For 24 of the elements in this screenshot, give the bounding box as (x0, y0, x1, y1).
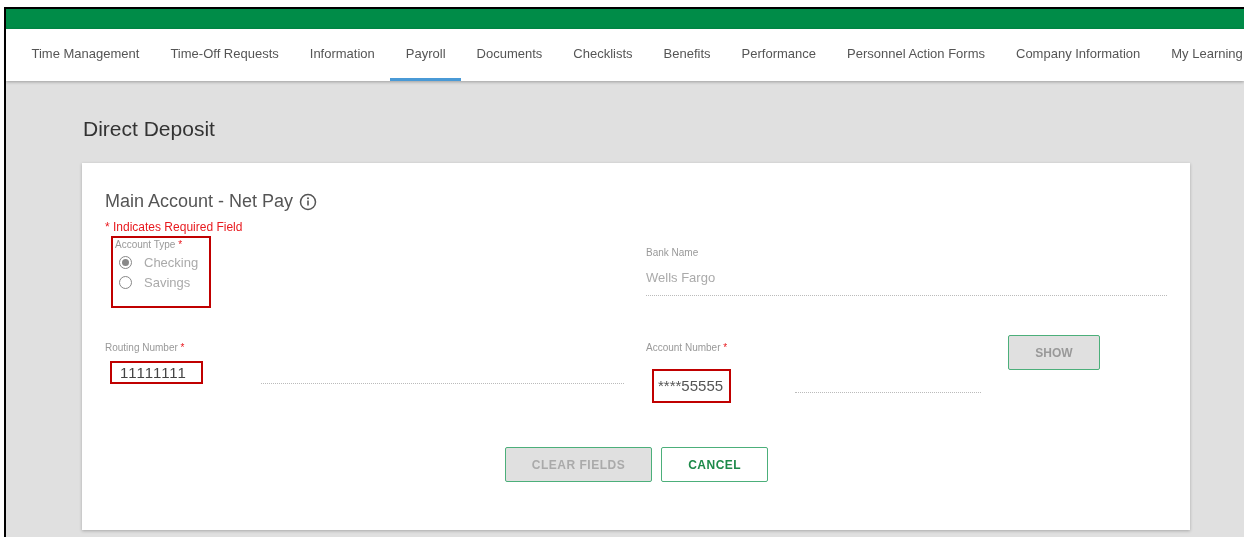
routing-number-field[interactable]: 11111111 (110, 361, 203, 384)
section-title: Main Account - Net Pay (105, 191, 294, 212)
nav-tab[interactable]: Performance (726, 29, 832, 81)
nav-tab[interactable]: Documents (461, 29, 558, 81)
field-label: Routing Number * (105, 342, 186, 353)
radio-label: Savings (144, 275, 191, 290)
required-note: * Indicates Required Field (105, 220, 243, 234)
nav-tab[interactable]: Benefits (648, 29, 727, 81)
nav-tab[interactable]: My Learning (1155, 29, 1244, 81)
field-label: Account Type * (115, 239, 184, 250)
field-label: Bank Name (646, 247, 700, 258)
nav-tab[interactable]: Time Management (16, 29, 155, 81)
account-number-field[interactable]: ****55555 (652, 369, 732, 403)
nav-tab[interactable]: Checklists (557, 29, 649, 81)
field-label: Account Number * (646, 342, 729, 353)
page-title: Direct Deposit (83, 117, 216, 141)
nav-tab[interactable]: Information (294, 29, 391, 81)
radio-label: Checking (144, 255, 199, 270)
nav-tab[interactable]: Company Information (1000, 29, 1156, 81)
info-icon[interactable] (299, 192, 318, 211)
nav-tab[interactable]: Payroll (390, 29, 462, 81)
nav-tab[interactable]: Personnel Action Forms (831, 29, 1001, 81)
nav-tab[interactable]: Time-Off Requests (154, 29, 295, 81)
form-button[interactable]: CANCEL (661, 447, 769, 482)
